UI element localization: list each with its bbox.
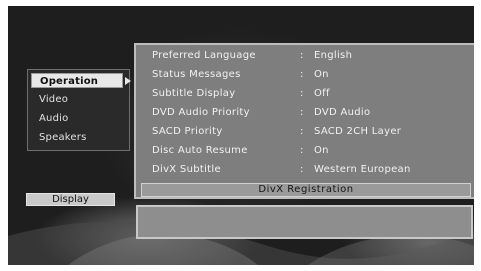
- setting-label: DVD Audio Priority: [152, 107, 250, 118]
- info-box: [136, 205, 473, 239]
- setting-label: Subtitle Display: [152, 88, 236, 99]
- setting-value: On: [314, 69, 329, 80]
- menu-item-video[interactable]: Video: [31, 92, 123, 107]
- divx-registration-button[interactable]: DivX Registration: [141, 183, 471, 197]
- setting-row-subtitle-display[interactable]: Subtitle Display : Off: [152, 85, 472, 103]
- display-button[interactable]: Display: [26, 193, 115, 206]
- setting-value: SACD 2CH Layer: [314, 126, 402, 137]
- setting-row-divx-subtitle[interactable]: DivX Subtitle : Western European: [152, 161, 472, 179]
- setting-separator: :: [300, 88, 304, 99]
- setting-row-dvd-audio-priority[interactable]: DVD Audio Priority : DVD Audio: [152, 104, 472, 122]
- setting-separator: :: [300, 107, 304, 118]
- menu-item-speakers[interactable]: Speakers: [31, 130, 123, 145]
- setting-row-status-messages[interactable]: Status Messages : On: [152, 66, 472, 84]
- menu-item-operation[interactable]: Operation: [31, 73, 131, 88]
- setting-row-preferred-language[interactable]: Preferred Language : English: [152, 47, 472, 65]
- tv-screen: Operation Video Audio Speakers Preferred…: [8, 6, 474, 265]
- setting-separator: :: [300, 164, 304, 175]
- setting-row-sacd-priority[interactable]: SACD Priority : SACD 2CH Layer: [152, 123, 472, 141]
- setting-separator: :: [300, 126, 304, 137]
- setting-label: Status Messages: [152, 69, 241, 80]
- setting-label: SACD Priority: [152, 126, 223, 137]
- setting-separator: :: [300, 145, 304, 156]
- setting-value: Off: [314, 88, 330, 99]
- settings-panel: Preferred Language : English Status Mess…: [134, 43, 474, 199]
- setting-row-disc-auto-resume[interactable]: Disc Auto Resume : On: [152, 142, 472, 160]
- setting-label: DivX Subtitle: [152, 164, 221, 175]
- category-menu: Operation Video Audio Speakers: [27, 69, 131, 151]
- setting-value: On: [314, 145, 329, 156]
- setting-value: DVD Audio: [314, 107, 371, 118]
- setting-value: Western European: [314, 164, 411, 175]
- setting-label: Preferred Language: [152, 50, 256, 61]
- setting-separator: :: [300, 50, 304, 61]
- setting-separator: :: [300, 69, 304, 80]
- menu-item-audio[interactable]: Audio: [31, 111, 123, 126]
- setting-value: English: [314, 50, 353, 61]
- setting-label: Disc Auto Resume: [152, 145, 248, 156]
